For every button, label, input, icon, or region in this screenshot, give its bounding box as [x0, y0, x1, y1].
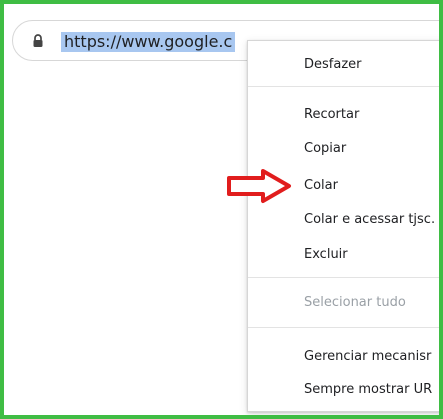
- menu-item-always-show-full-urls[interactable]: Sempre mostrar UR: [248, 378, 439, 402]
- menu-separator: [248, 327, 439, 328]
- menu-separator: [248, 86, 439, 87]
- menu-separator: [248, 277, 439, 278]
- context-menu: Desfazer Recortar Copiar Colar Colar e a…: [247, 40, 439, 412]
- lock-icon: [33, 34, 43, 47]
- menu-item-select-all: Selecionar tudo: [304, 295, 406, 310]
- red-right-arrow-icon: [227, 169, 291, 203]
- url-text[interactable]: https://www.google.c: [61, 32, 236, 52]
- menu-item-copy[interactable]: Copiar: [248, 137, 439, 161]
- menu-item-paste-and-go[interactable]: Colar e acessar tjsc.: [248, 208, 439, 232]
- screenshot-frame: https://www.google.c Desfazer Recortar C…: [0, 0, 443, 419]
- menu-item-undo[interactable]: Desfazer: [248, 53, 439, 77]
- menu-item-cut[interactable]: Recortar: [248, 103, 439, 127]
- menu-item-delete[interactable]: Excluir: [248, 243, 439, 267]
- menu-item-manage-search-engines[interactable]: Gerenciar mecanisr: [248, 345, 439, 369]
